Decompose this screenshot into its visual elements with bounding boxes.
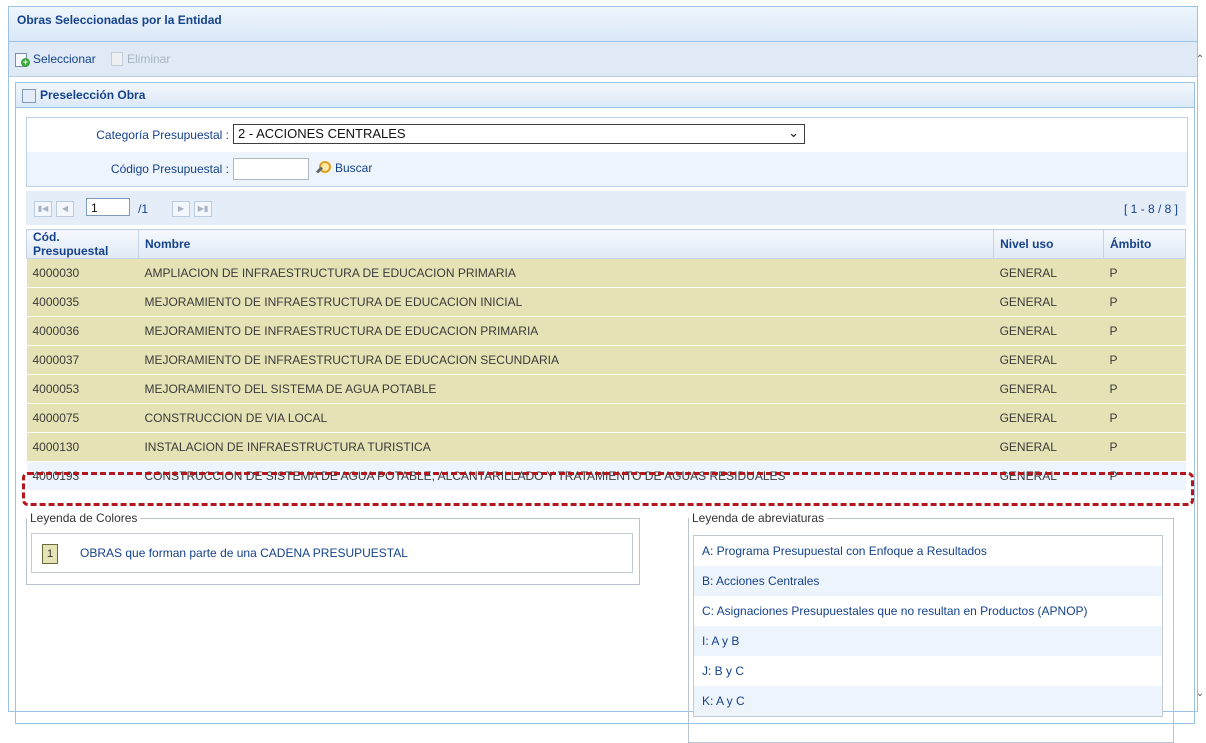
cell-level: GENERAL — [993, 287, 1104, 317]
delete-button-label: Eliminar — [127, 52, 171, 66]
filter-form: Categoría Presupuestal : 2 - ACCIONES CE… — [26, 117, 1188, 187]
cell-code: 4000037 — [26, 345, 139, 375]
panel-title: Preselección Obra — [40, 88, 146, 102]
code-row: Código Presupuestal : Buscar — [27, 152, 1187, 186]
cell-scope: P — [1103, 258, 1186, 288]
preselection-panel: Preselección Obra Categoría Presupuestal… — [15, 82, 1195, 743]
add-document-icon: + — [15, 52, 30, 67]
delete-button[interactable]: Eliminar — [111, 52, 170, 66]
cell-code: 4000030 — [26, 258, 139, 288]
page-input[interactable]: 1 — [86, 198, 130, 216]
cell-code: 4000130 — [26, 432, 139, 462]
search-icon — [315, 161, 331, 175]
color-swatch: 1 — [42, 544, 58, 564]
table-row[interactable]: 4000075 CONSTRUCCION DE VIA LOCAL GENERAL P — [26, 403, 1186, 433]
category-row: Categoría Presupuestal : 2 - ACCIONES CE… — [27, 118, 1187, 152]
col-level-header[interactable]: Nivel uso — [993, 229, 1105, 259]
cell-name: INSTALACION DE INFRAESTRUCTURA TURISTICA — [138, 432, 994, 462]
pager: ▮◀ ◀ 1 /1 ▶ ▶▮ [ 1 - 8 / 8 ] — [26, 191, 1186, 225]
cell-scope: P — [1103, 287, 1186, 317]
abbreviation-legend: Leyenda de abreviaturas A: Programa Pres… — [688, 511, 1174, 743]
abbreviation-legend-title: Leyenda de abreviaturas — [692, 511, 825, 525]
code-input[interactable] — [233, 158, 309, 180]
cell-name: MEJORAMIENTO DE INFRAESTRUCTURA DE EDUCA… — [138, 287, 994, 317]
category-select-value: 2 - ACCIONES CENTRALES — [238, 126, 406, 141]
cell-name: CONSTRUCCION DE SISTEMA DE AGUA POTABLE,… — [138, 461, 994, 491]
table-row[interactable]: 4000037 MEJORAMIENTO DE INFRAESTRUCTURA D… — [26, 345, 1186, 375]
record-range: [ 1 - 8 / 8 ] — [1123, 202, 1178, 216]
color-legend-title: Leyenda de Colores — [30, 511, 138, 525]
code-label: Código Presupuestal : — [110, 162, 229, 176]
cell-scope: P — [1103, 432, 1186, 462]
cell-level: GENERAL — [993, 461, 1104, 491]
first-page-button[interactable]: ▮◀ — [34, 201, 52, 217]
scroll-down-arrow[interactable]: ⌄ — [1194, 688, 1206, 704]
next-page-button[interactable]: ▶ — [172, 201, 190, 217]
toolbar: + Seleccionar Eliminar — [9, 42, 1197, 77]
abbreviation-item: J: B y C — [702, 664, 745, 678]
abbreviation-item: B: Acciones Centrales — [694, 566, 1162, 596]
cell-code: 4000035 — [26, 287, 139, 317]
abbreviation-item: K: A y C — [694, 686, 1162, 716]
cell-name: CONSTRUCCION DE VIA LOCAL — [138, 403, 994, 433]
cell-name: MEJORAMIENTO DE INFRAESTRUCTURA DE EDUCA… — [138, 345, 994, 375]
cell-code: 4000193 — [26, 461, 139, 491]
cell-level: GENERAL — [993, 432, 1104, 462]
abbreviation-item: A: Programa Presupuestal con Enfoque a R… — [702, 544, 987, 558]
cell-scope: P — [1103, 461, 1186, 491]
table-row[interactable]: 4000030 AMPLIACION DE INFRAESTRUCTURA DE … — [26, 258, 1186, 288]
page-total: /1 — [138, 202, 149, 216]
cell-level: GENERAL — [993, 258, 1104, 288]
cell-code: 4000036 — [26, 316, 139, 346]
cell-level: GENERAL — [993, 403, 1104, 433]
cell-name: MEJORAMIENTO DEL SISTEMA DE AGUA POTABLE — [138, 374, 994, 404]
table-header: Cód. Presupuestal Nombre Nivel uso Ámbit… — [26, 229, 1186, 259]
color-legend-box: 1 OBRAS que forman parte de una CADENA P… — [31, 533, 633, 573]
table-row[interactable]: 4000036 MEJORAMIENTO DE INFRAESTRUCTURA D… — [26, 316, 1186, 346]
color-legend-text: OBRAS que forman parte de una CADENA PRE… — [80, 546, 408, 560]
works-table: Cód. Presupuestal Nombre Nivel uso Ámbit… — [26, 229, 1186, 491]
abbreviation-item: C: Asignaciones Presupuestales que no re… — [702, 604, 1088, 618]
table-row[interactable]: 4000053 MEJORAMIENTO DEL SISTEMA DE AGUA … — [26, 374, 1186, 404]
col-code-header[interactable]: Cód. Presupuestal — [26, 229, 139, 259]
chevron-down-icon: ⌄ — [788, 125, 799, 140]
last-page-button[interactable]: ▶▮ — [194, 201, 212, 217]
table-row-selected[interactable]: 4000193 CONSTRUCCION DE SISTEMA DE AGUA P… — [26, 461, 1186, 491]
table-row[interactable]: 4000035 MEJORAMIENTO DE INFRAESTRUCTURA D… — [26, 287, 1186, 317]
search-button-label: Buscar — [335, 161, 373, 175]
cell-level: GENERAL — [993, 374, 1104, 404]
scroll-up-arrow[interactable]: ⌃ — [1194, 54, 1206, 70]
abbreviation-item: I: A y B — [694, 626, 1162, 656]
panel-icon — [22, 89, 36, 103]
cell-name: MEJORAMIENTO DE INFRAESTRUCTURA DE EDUCA… — [138, 316, 994, 346]
abbreviation-list: A: Programa Presupuestal con Enfoque a R… — [693, 535, 1163, 717]
cell-level: GENERAL — [993, 316, 1104, 346]
select-button[interactable]: + Seleccionar — [15, 52, 96, 67]
select-button-label: Seleccionar — [33, 52, 96, 66]
cell-level: GENERAL — [993, 345, 1104, 375]
cell-name: AMPLIACION DE INFRAESTRUCTURA DE EDUCACI… — [138, 258, 994, 288]
cell-scope: P — [1103, 345, 1186, 375]
main-window: Obras Seleccionadas por la Entidad + Sel… — [8, 6, 1198, 743]
category-label: Categoría Presupuestal : — [96, 128, 229, 142]
cell-scope: P — [1103, 374, 1186, 404]
search-button[interactable]: Buscar — [315, 161, 373, 175]
trash-icon — [111, 52, 123, 66]
window-title: Obras Seleccionadas por la Entidad — [9, 7, 1197, 42]
prev-page-button[interactable]: ◀ — [56, 201, 74, 217]
cell-code: 4000075 — [26, 403, 139, 433]
col-name-header[interactable]: Nombre — [137, 229, 995, 259]
table-row[interactable]: 4000130 INSTALACION DE INFRAESTRUCTURA TU… — [26, 432, 1186, 462]
category-select[interactable]: 2 - ACCIONES CENTRALES ⌄ — [233, 124, 805, 144]
col-scope-header[interactable]: Ámbito — [1103, 229, 1186, 259]
cell-code: 4000053 — [26, 374, 139, 404]
color-legend: Leyenda de Colores 1 OBRAS que forman pa… — [26, 511, 640, 585]
cell-scope: P — [1103, 316, 1186, 346]
panel-header: Preselección Obra — [16, 83, 1194, 108]
cell-scope: P — [1103, 403, 1186, 433]
